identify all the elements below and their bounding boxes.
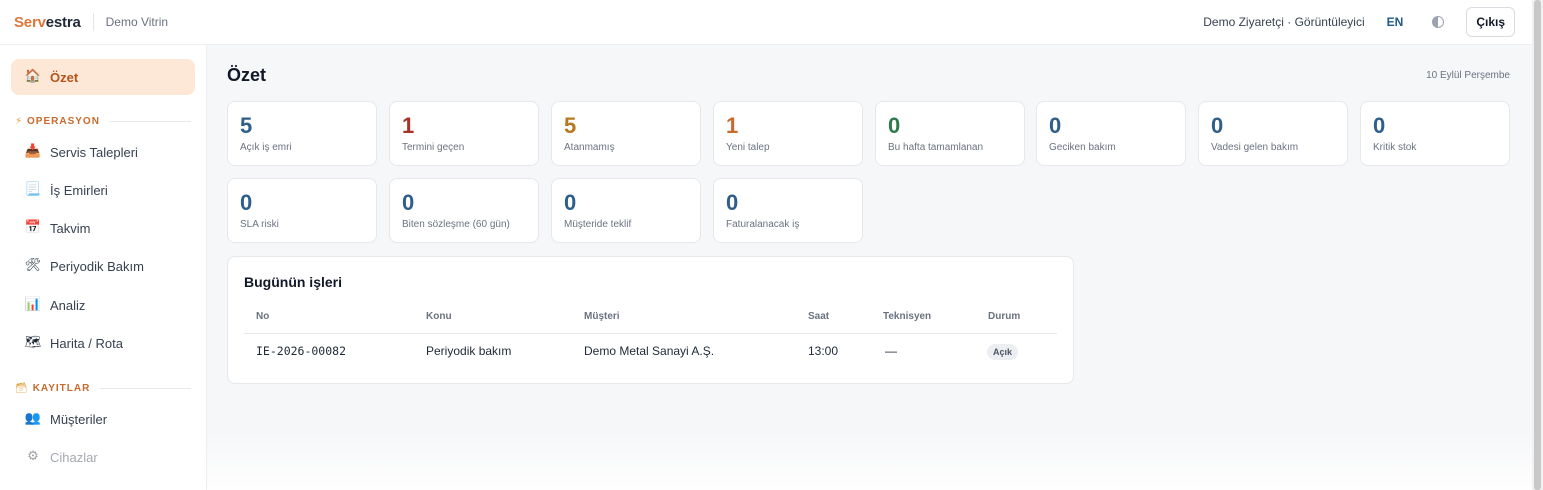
- todays-jobs-panel: Bugünün işleri No Konu Müşteri Saat Tekn…: [227, 256, 1074, 384]
- job-customer: Demo Metal Sanayi A.Ş.: [584, 344, 715, 358]
- logout-button[interactable]: Çıkış: [1466, 7, 1515, 37]
- scrollbar[interactable]: [1532, 0, 1543, 490]
- sidebar-item-label: Servis Talepleri: [50, 144, 138, 160]
- column-header-konu: Konu: [426, 311, 452, 322]
- stat-card-musteride-teklif[interactable]: 0 Müşteride teklif: [551, 178, 701, 243]
- stat-value: 0: [888, 113, 901, 138]
- language-toggle[interactable]: EN: [1387, 15, 1404, 29]
- sidebar-item-musteriler[interactable]: 👥 Müşteriler: [11, 401, 195, 437]
- gear-icon: ⚙: [27, 449, 39, 464]
- stat-label: Atanmamış: [564, 142, 615, 153]
- stat-card-vadesi-gelen-bakim[interactable]: 0 Vadesi gelen bakım: [1198, 101, 1348, 166]
- document-icon: 📃: [24, 182, 42, 197]
- sidebar-item-label: Cihazlar: [50, 449, 98, 465]
- stat-card-faturalanacak-is[interactable]: 0 Faturalanacak iş: [713, 178, 863, 243]
- stat-card-yeni-talep[interactable]: 1 Yeni talep: [713, 101, 863, 166]
- current-user: Demo Ziyaretçi · Görüntüleyici: [1203, 15, 1365, 29]
- column-header-no: No: [256, 311, 270, 322]
- stat-value: 0: [564, 190, 577, 215]
- stat-label: Geciken bakım: [1049, 142, 1116, 153]
- sidebar-item-label: Analiz: [50, 297, 86, 313]
- sidebar-item-ozet[interactable]: 🏠 Özet: [11, 59, 195, 95]
- stat-card-bu-hafta-tamamlanan[interactable]: 0 Bu hafta tamamlanan: [875, 101, 1025, 166]
- job-subject: Periyodik bakım: [426, 344, 512, 358]
- sidebar-item-is-emirleri[interactable]: 📃 İş Emirleri: [11, 172, 195, 208]
- stat-value: 0: [1049, 113, 1062, 138]
- theme-toggle-icon[interactable]: [1432, 16, 1445, 28]
- divider: [244, 333, 1057, 334]
- stat-label: Açık iş emri: [240, 142, 292, 153]
- stat-card-geciken-bakim[interactable]: 0 Geciken bakım: [1036, 101, 1186, 166]
- inbox-icon: 📥: [24, 144, 42, 159]
- lightning-icon: ⚡: [15, 115, 23, 127]
- bottom-fade: [207, 430, 1532, 490]
- stat-value: 1: [402, 113, 415, 138]
- job-time: 13:00: [808, 344, 839, 358]
- sidebar-item-label: Takvim: [50, 220, 91, 236]
- stat-card-biten-sozlesme[interactable]: 0 Biten sözleşme (60 gün): [389, 178, 539, 243]
- scrollbar-thumb[interactable]: [1534, 0, 1541, 490]
- tenant-name: Demo Vitrin: [105, 15, 169, 29]
- stat-label: SLA riski: [240, 219, 279, 230]
- sidebar-section-kayitlar: 🗃 KAYITLAR: [15, 381, 191, 395]
- stat-label: Faturalanacak iş: [726, 219, 800, 230]
- stat-value: 5: [240, 113, 253, 138]
- stat-label: Biten sözleşme (60 gün): [402, 219, 510, 230]
- top-bar: Servestra Demo Vitrin Demo Ziyaretçi · G…: [0, 0, 1532, 45]
- status-badge: Açık: [987, 344, 1019, 360]
- stat-card-sla-riski[interactable]: 0 SLA riski: [227, 178, 377, 243]
- stat-value: 0: [1211, 113, 1224, 138]
- stat-value: 0: [1373, 113, 1386, 138]
- column-header-saat: Saat: [808, 311, 830, 322]
- users-icon: 👥: [24, 411, 42, 426]
- bar-chart-icon: 📊: [24, 297, 42, 312]
- tools-icon: 🛠: [24, 258, 42, 273]
- column-header-musteri: Müşteri: [584, 311, 620, 322]
- stat-card-acik-is-emri[interactable]: 5 Açık iş emri: [227, 101, 377, 166]
- sidebar-item-cihazlar[interactable]: ⚙ Cihazlar: [11, 439, 195, 475]
- divider: [100, 387, 191, 389]
- current-date: 10 Eylül Perşembe: [1426, 70, 1510, 81]
- stat-value: 1: [726, 113, 739, 138]
- sidebar: 🏠 Özet ⚡ OPERASYON 📥 Servis Talepleri 📃 …: [0, 45, 207, 490]
- sidebar-item-analiz[interactable]: 📊 Analiz: [11, 287, 195, 323]
- stat-value: 5: [564, 113, 577, 138]
- column-header-teknisyen: Teknisyen: [883, 311, 932, 322]
- job-number[interactable]: IE-2026-00082: [256, 344, 346, 358]
- top-bar-actions: Demo Ziyaretçi · Görüntüleyici EN Çıkış: [1203, 7, 1515, 37]
- divider: [92, 13, 94, 31]
- stat-label: Müşteride teklif: [564, 219, 632, 230]
- sidebar-item-harita-rota[interactable]: 🗺 Harita / Rota: [11, 325, 195, 361]
- column-header-durum: Durum: [988, 311, 1021, 322]
- brand-logo[interactable]: Servestra: [14, 14, 81, 31]
- divider: [109, 120, 191, 122]
- stat-value: 0: [726, 190, 739, 215]
- sidebar-item-label: Özet: [50, 69, 79, 85]
- stat-card-termini-gecen[interactable]: 1 Termini geçen: [389, 101, 539, 166]
- stat-value: 0: [240, 190, 253, 215]
- sidebar-item-label: Harita / Rota: [50, 335, 123, 351]
- stat-label: Bu hafta tamamlanan: [888, 142, 984, 153]
- map-icon: 🗺: [24, 335, 42, 350]
- stat-card-kritik-stok[interactable]: 0 Kritik stok: [1360, 101, 1510, 166]
- job-technician: —: [885, 344, 897, 358]
- sidebar-section-operasyon: ⚡ OPERASYON: [15, 114, 191, 128]
- sidebar-item-periyodik-bakim[interactable]: 🛠 Periyodik Bakım: [11, 248, 195, 284]
- stat-card-atanmamis[interactable]: 5 Atanmamış: [551, 101, 701, 166]
- calendar-icon: 📅: [24, 220, 42, 235]
- stat-label: Termini geçen: [402, 142, 465, 153]
- sidebar-item-label: Periyodik Bakım: [50, 258, 144, 274]
- sidebar-item-servis-talepleri[interactable]: 📥 Servis Talepleri: [11, 134, 195, 170]
- stat-label: Yeni talep: [726, 142, 770, 153]
- sidebar-item-takvim[interactable]: 📅 Takvim: [11, 210, 195, 246]
- stat-label: Kritik stok: [1373, 142, 1417, 153]
- page-title: Özet: [227, 65, 267, 85]
- stat-value: 0: [402, 190, 415, 215]
- stat-label: Vadesi gelen bakım: [1211, 142, 1299, 153]
- sidebar-item-label: İş Emirleri: [50, 182, 108, 198]
- sidebar-item-label: Müşteriler: [50, 411, 108, 427]
- panel-title: Bugünün işleri: [244, 274, 342, 290]
- home-icon: 🏠: [24, 69, 42, 84]
- card-box-icon: 🗃: [15, 382, 28, 394]
